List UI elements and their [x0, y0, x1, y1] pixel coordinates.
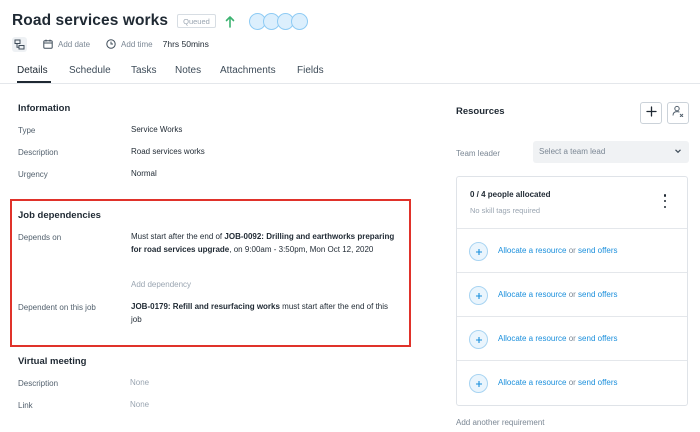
allocation-text: Allocate a resource or send offers: [498, 334, 617, 343]
virtual-meeting-title: Virtual meeting: [18, 356, 87, 367]
resources-title: Resources: [456, 106, 505, 117]
add-dependency-button[interactable]: Add dependency: [131, 279, 191, 292]
job-duration: 7hrs 50mins: [162, 39, 209, 49]
allocation-text: Allocate a resource or send offers: [498, 290, 617, 299]
allocation-slot: Allocate a resource or send offers: [457, 316, 687, 360]
status-badge[interactable]: Queued: [177, 14, 216, 28]
tab-details[interactable]: Details: [17, 65, 48, 76]
tab-attachments[interactable]: Attachments: [220, 65, 276, 76]
allocation-text: Allocate a resource or send offers: [498, 378, 617, 387]
tab-notes[interactable]: Notes: [175, 65, 201, 76]
depends-on-value[interactable]: Must start after the end of JOB-0092: Dr…: [131, 231, 399, 256]
allocation-slot: Allocate a resource or send offers: [457, 272, 687, 316]
add-date-label: Add date: [58, 39, 91, 49]
add-resource-circle-icon[interactable]: [469, 374, 488, 393]
remove-user-button[interactable]: [667, 102, 689, 124]
team-lead-select[interactable]: Select a team lead: [533, 141, 689, 163]
dependent-label: Dependent on this job: [18, 303, 96, 312]
meeting-link-value[interactable]: None: [130, 399, 149, 412]
chevron-down-icon: [674, 147, 682, 157]
add-resource-circle-icon[interactable]: [469, 330, 488, 349]
allocation-card: 0 / 4 people allocated No skill tags req…: [456, 176, 688, 406]
description-label: Description: [18, 148, 59, 157]
tab-fields[interactable]: Fields: [297, 65, 324, 76]
send-offers-link[interactable]: send offers: [578, 334, 617, 343]
depends-on-date: 12, 2020: [342, 244, 374, 254]
tab-schedule[interactable]: Schedule: [69, 65, 111, 76]
avatar[interactable]: [290, 12, 308, 30]
allocate-resource-link[interactable]: Allocate a resource: [498, 246, 566, 255]
add-resource-circle-icon[interactable]: [469, 286, 488, 305]
meeting-description-label: Description: [18, 379, 59, 388]
tab-tasks[interactable]: Tasks: [131, 65, 157, 76]
send-offers-link[interactable]: send offers: [578, 246, 617, 255]
add-requirement-link[interactable]: Add another requirement: [456, 418, 545, 427]
dependent-value[interactable]: JOB-0179: Refill and resurfacing works m…: [131, 301, 399, 326]
information-title: Information: [18, 103, 71, 114]
type-label: Type: [18, 126, 36, 135]
job-title[interactable]: Road services works: [12, 12, 168, 30]
allocation-text: Allocate a resource or send offers: [498, 246, 617, 255]
send-offers-link[interactable]: send offers: [578, 378, 617, 387]
team-leader-label: Team leader: [456, 149, 501, 158]
team-lead-placeholder: Select a team lead: [539, 147, 606, 156]
meeting-link-label: Link: [18, 401, 33, 410]
more-options-icon[interactable]: [661, 194, 669, 208]
allocate-resource-link[interactable]: Allocate a resource: [498, 378, 566, 387]
arrow-up-icon[interactable]: [225, 14, 235, 28]
allocate-resource-link[interactable]: Allocate a resource: [498, 290, 566, 299]
depends-on-schedule: , on 9:00am - 3:50pm, Mon Oct: [229, 244, 340, 254]
send-offers-link[interactable]: send offers: [578, 290, 617, 299]
skill-tags-text: No skill tags required: [470, 206, 541, 215]
type-value[interactable]: Service Works: [131, 124, 182, 137]
add-resource-button[interactable]: [640, 102, 662, 124]
clock-icon: [104, 38, 117, 51]
hierarchy-icon[interactable]: [12, 36, 27, 52]
urgency-value[interactable]: Normal: [131, 168, 157, 181]
description-value[interactable]: Road services works: [131, 146, 205, 159]
job-meta: Add date Add time 7hrs 50mins: [12, 36, 209, 52]
or-text: or: [566, 246, 579, 255]
allocation-count: 0 / 4 people allocated: [470, 190, 551, 199]
or-text: or: [566, 378, 579, 387]
urgency-label: Urgency: [18, 170, 48, 179]
depends-on-label: Depends on: [18, 233, 62, 242]
active-tab-indicator: [17, 81, 51, 83]
add-date-button[interactable]: Add date: [41, 38, 90, 51]
allocate-resource-link[interactable]: Allocate a resource: [498, 334, 566, 343]
plus-icon: [645, 104, 657, 122]
tab-bar: Details Schedule Tasks Notes Attachments…: [0, 62, 700, 84]
allocation-slot: Allocate a resource or send offers: [457, 228, 687, 272]
add-time-button[interactable]: Add time: [104, 38, 153, 51]
or-text: or: [566, 334, 579, 343]
calendar-icon: [41, 38, 54, 51]
job-dependencies-title: Job dependencies: [18, 210, 101, 221]
depends-on-prefix: Must start after the end of: [131, 232, 225, 241]
dependent-suffix: must start after the end of: [279, 302, 374, 311]
user-remove-icon: [672, 104, 684, 122]
assignee-avatars[interactable]: [243, 12, 308, 30]
or-text: or: [566, 290, 579, 299]
dependent-job-link[interactable]: JOB-0179: Refill and resurfacing works: [131, 302, 280, 311]
allocation-slot: Allocate a resource or send offers: [457, 360, 687, 404]
job-header: Road services works Queued: [12, 9, 308, 33]
meeting-description-value[interactable]: None: [130, 377, 149, 390]
add-resource-circle-icon[interactable]: [469, 242, 488, 261]
add-time-label: Add time: [121, 39, 153, 49]
